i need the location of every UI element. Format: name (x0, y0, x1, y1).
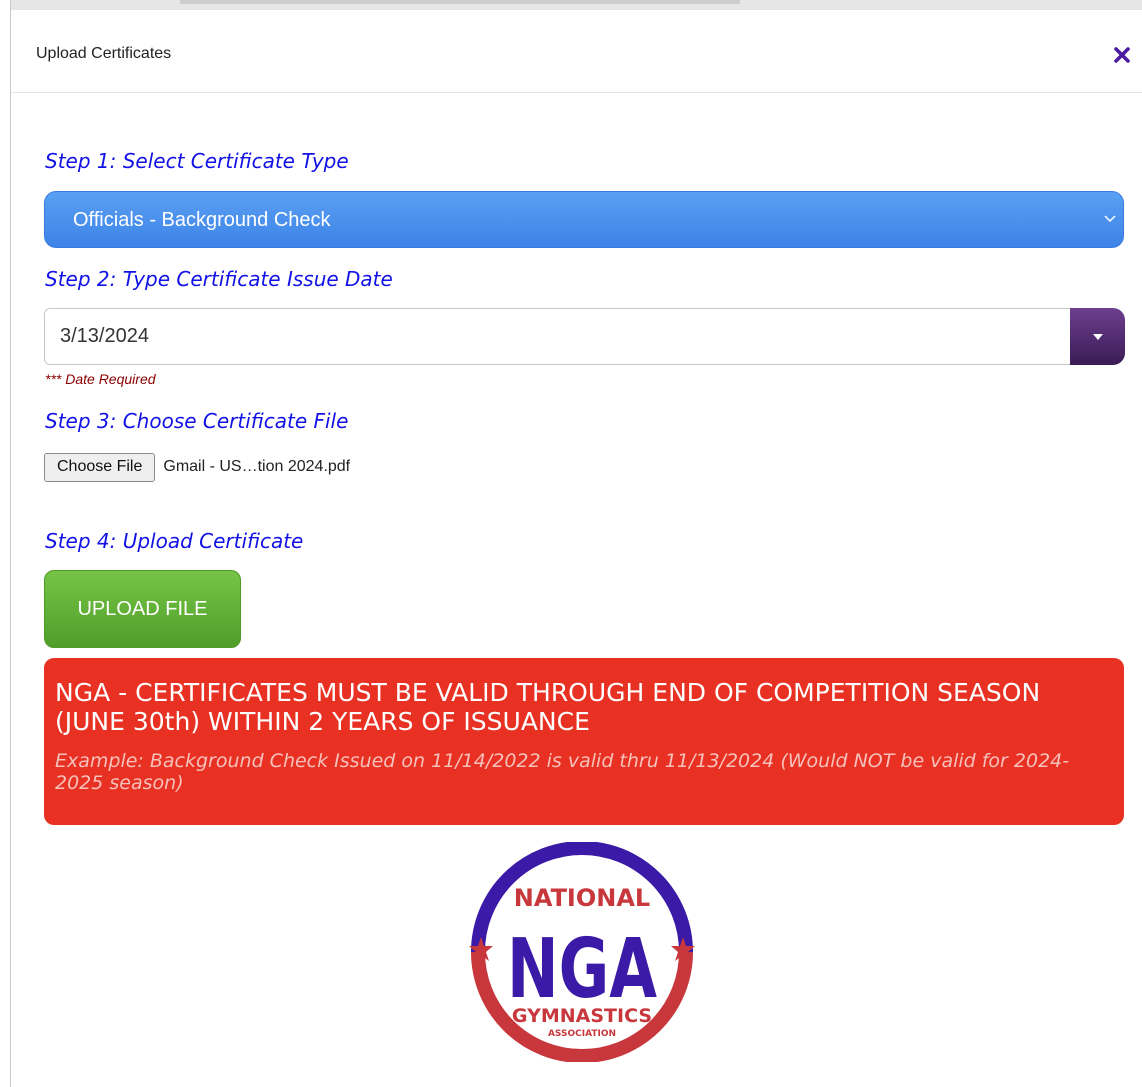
upload-file-button[interactable]: UPLOAD FILE (44, 570, 241, 648)
close-icon (1114, 47, 1130, 63)
step2-label: Step 2: Type Certificate Issue Date (45, 267, 393, 291)
logo-bottom-text: GYMNASTICS (512, 1005, 652, 1027)
step3-label: Step 3: Choose Certificate File (45, 409, 349, 433)
page-backdrop-left (0, 0, 11, 1087)
certificate-type-select[interactable]: Officials - Background Check (44, 191, 1124, 248)
choose-file-button[interactable]: Choose File (44, 452, 156, 482)
modal-title: Upload Certificates (36, 45, 172, 62)
date-picker-toggle[interactable] (1070, 308, 1125, 365)
upload-certificates-modal: Upload Certificates Step 1: Select Certi… (11, 10, 1142, 1087)
step1-label: Step 1: Select Certificate Type (45, 149, 349, 173)
selected-file-name: Gmail - US…tion 2024.pdf (163, 458, 351, 475)
chevron-down-icon (1104, 215, 1116, 223)
caret-down-icon (1092, 333, 1103, 340)
issue-date-input[interactable] (44, 308, 1071, 365)
close-button[interactable] (1110, 43, 1134, 67)
file-picker: Choose File Gmail - US…tion 2024.pdf (44, 452, 350, 482)
certificate-type-value: Officials - Background Check (73, 209, 331, 231)
logo-top-text: NATIONAL (514, 884, 650, 912)
page-backdrop-top (0, 0, 1142, 10)
nga-logo: NATIONAL NGA GYMNASTICS ASSOCIATION (469, 842, 695, 1062)
step4-label: Step 4: Upload Certificate (45, 529, 304, 553)
logo-sub-text: ASSOCIATION (548, 1029, 616, 1039)
notice-example: Example: Background Check Issued on 11/1… (55, 750, 1070, 794)
notice-title: NGA - CERTIFICATES MUST BE VALID THROUGH… (55, 678, 1041, 736)
date-required-message: *** Date Required (45, 371, 156, 387)
modal-header: Upload Certificates (11, 10, 1142, 93)
certificate-validity-notice: NGA - CERTIFICATES MUST BE VALID THROUGH… (44, 658, 1124, 825)
logo-main-text: NGA (507, 922, 657, 1017)
